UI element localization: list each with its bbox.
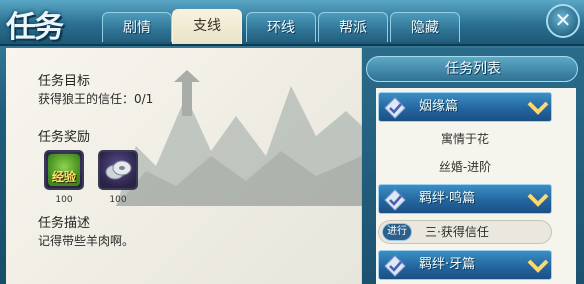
category-bond-ya[interactable]: 羁绊·牙篇 bbox=[378, 250, 552, 280]
task-item[interactable]: 寓情于花 bbox=[378, 130, 552, 147]
description-text: 记得带些羊肉啊。 bbox=[38, 234, 135, 248]
task-list: 姻缘篇 寓情于花 丝婚-进阶 羁绊·鸣篇 进行 三·获得信任 羁绊·牙篇 bbox=[376, 88, 576, 284]
window-title: 任务 bbox=[6, 10, 64, 45]
check-badge-icon bbox=[384, 97, 406, 119]
task-list-panel: 任务列表 姻缘篇 寓情于花 丝婚-进阶 羁绊·鸣篇 进行 三·获得信任 羁绊·牙… bbox=[362, 48, 584, 284]
tab-loop-quests[interactable]: 环线 bbox=[246, 12, 316, 42]
chevron-down-icon bbox=[527, 193, 549, 207]
close-icon: ✕ bbox=[554, 8, 572, 32]
description-heading: 任务描述 bbox=[38, 216, 91, 231]
silver-coin-icon bbox=[105, 160, 132, 180]
tab-guild[interactable]: 帮派 bbox=[318, 12, 388, 42]
experience-count: 100 bbox=[55, 195, 73, 205]
rewards-heading: 任务奖励 bbox=[38, 130, 91, 145]
category-label: 羁绊·鸣篇 bbox=[419, 191, 476, 206]
task-list-title: 任务列表 bbox=[445, 61, 501, 77]
tab-hidden[interactable]: 隐藏 bbox=[390, 12, 460, 42]
task-item[interactable]: 丝婚-进阶 bbox=[378, 158, 552, 175]
experience-reward[interactable]: 经验 bbox=[44, 150, 84, 190]
experience-label: 经验 bbox=[51, 170, 76, 184]
window-header: 任务 剧情 支线 环线 帮派 隐藏 ✕ bbox=[0, 0, 584, 46]
category-label: 姻缘篇 bbox=[419, 99, 459, 114]
task-list-header: 任务列表 bbox=[366, 56, 578, 82]
category-bond-ming[interactable]: 羁绊·鸣篇 bbox=[378, 184, 552, 214]
category-marriage[interactable]: 姻缘篇 bbox=[378, 92, 552, 122]
objective-heading: 任务目标 bbox=[38, 74, 91, 89]
check-badge-icon bbox=[384, 255, 406, 277]
in-progress-badge: 进行 bbox=[382, 223, 412, 241]
tab-story[interactable]: 剧情 bbox=[102, 12, 172, 42]
category-label: 羁绊·牙篇 bbox=[419, 257, 476, 272]
silver-reward[interactable] bbox=[98, 150, 138, 190]
chevron-down-icon bbox=[527, 259, 549, 273]
current-task-item[interactable]: 进行 三·获得信任 bbox=[378, 220, 552, 244]
task-detail-panel: 任务目标 获得狼王的信任：0/1 任务奖励 经验 100 100 任务描述 记得… bbox=[6, 48, 362, 284]
mountain-scenery bbox=[116, 70, 362, 206]
close-button[interactable]: ✕ bbox=[546, 4, 580, 38]
task-window: 任务 剧情 支线 环线 帮派 隐藏 ✕ 任务目标 获得狼王的信任：0/1 任务奖… bbox=[0, 0, 584, 284]
check-badge-icon bbox=[384, 189, 406, 211]
chevron-down-icon bbox=[527, 101, 549, 115]
objective-text: 获得狼王的信任：0/1 bbox=[38, 92, 154, 106]
current-task-label: 三·获得信任 bbox=[425, 225, 489, 239]
silver-count: 100 bbox=[109, 195, 127, 205]
tab-side-quests[interactable]: 支线 bbox=[172, 9, 242, 44]
